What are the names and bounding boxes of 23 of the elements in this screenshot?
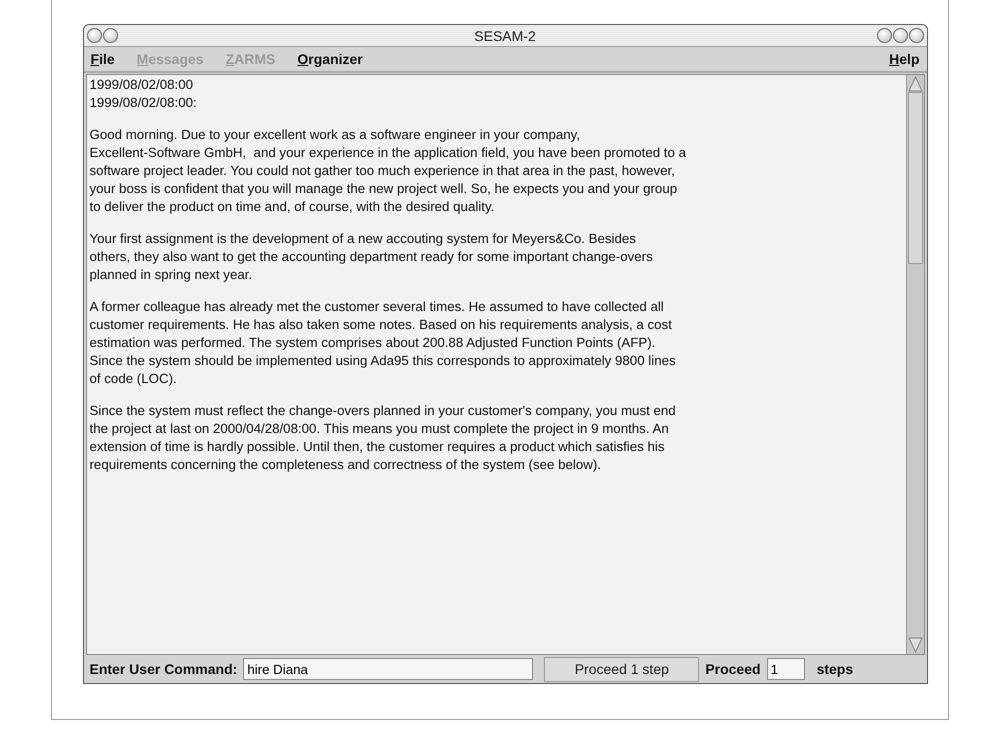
- proceed-label: Proceed: [705, 661, 761, 677]
- window-button-icon[interactable]: [876, 28, 892, 43]
- menu-item[interactable]: File: [90, 51, 115, 67]
- scroll-down-icon[interactable]: [906, 637, 924, 654]
- window-button-icon[interactable]: [86, 28, 102, 43]
- steps-field[interactable]: 1: [766, 658, 805, 680]
- message-paragraph: A former colleague has already met the customer several times. He assumed to have collected all customer requirements. He has also taken some notes. Based on his requirements analysis, a cost estimation was performed. The system comprises about 200.88 Adjusted Function Points (AFP). Since the system should be implemented using Ada95 this corresponds to approximately 9800 lines of code (LOC).: [90, 298, 677, 388]
- command-field[interactable]: hire Diana: [243, 658, 534, 680]
- window-button-icon[interactable]: [908, 28, 924, 43]
- message-paragraph: 1999/08/02/08:00 1999/08/02/08:00:: [90, 76, 198, 112]
- window-button-icon[interactable]: [102, 28, 118, 43]
- window-title: SESAM-2: [473, 28, 537, 44]
- message-paragraph: Since the system must reflect the change-overs planned in your customer's company, you must end the project at last on 2000/04/28/08:00. This means you must complete the project in 9 months. An extension of time is hardly possible. Until then, the customer requires a product which satisfies his requirements concerning the completeness and correctness of the system (see below).: [90, 402, 677, 474]
- menu-item[interactable]: Organizer: [297, 51, 363, 67]
- scroll-thumb[interactable]: [908, 92, 922, 264]
- window-button-icon[interactable]: [892, 28, 908, 43]
- command-label: Enter User Command:: [90, 661, 238, 677]
- proceed-step-button[interactable]: Proceed 1 step: [544, 656, 700, 682]
- message-paragraph: Good morning. Due to your excellent work as a software engineer in your company, Excellent-Software GmbH, and your experience in the application field, you have been promoted to a software project leader. You could not gather too much experience in that area in the past, however, your boss is confident that you will manage the new project well. So, he expects you and your group to deliver the product on time and, of course, with the desired quality.: [90, 126, 687, 216]
- scrollbar[interactable]: [906, 75, 924, 654]
- message-paragraph: Your first assignment is the development of a new accouting system for Meyers&Co. Besides others, they also want to get the accounting department ready for some important change-overs planned in spring next year.: [90, 230, 654, 284]
- menu-item[interactable]: Help: [889, 51, 920, 67]
- steps-label: steps: [816, 661, 854, 677]
